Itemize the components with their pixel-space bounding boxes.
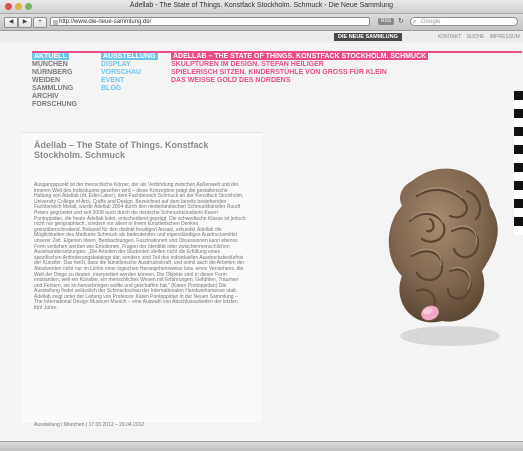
- browser-toolbar: ◀ ▶ + http://www.die-neue-sammlung.de/ R…: [0, 14, 523, 31]
- browser-window: Ädellab - The State of Things. Konstfack…: [0, 0, 523, 451]
- search-field[interactable]: ⌕ Google: [410, 17, 518, 26]
- status-bar: [0, 441, 523, 451]
- checker-pattern: [514, 91, 523, 241]
- forward-button[interactable]: ▶: [18, 17, 32, 28]
- search-icon: ⌕: [413, 19, 417, 25]
- nav-item-exhibition-current[interactable]: ÄDELLAB – THE STATE OF THINGS. KONSTFACK…: [171, 53, 429, 61]
- favicon-icon: [53, 20, 58, 25]
- nav-item-blog[interactable]: BLOG: [101, 85, 158, 93]
- web-page: DIE NEUE SAMMLUNG KONTAKT SUCHE IMPRESSU…: [0, 31, 523, 441]
- jewelry-sculpture-image: [388, 168, 500, 346]
- nav-item-exhibition-skulpturen[interactable]: SKULPTUREN IM DESIGN. STEFAN HEILIGER: [171, 61, 428, 69]
- address-text: http://www.die-neue-sammlung.de/: [59, 19, 152, 25]
- sub-nav: AUSSTELLUNG DISPLAY VORSCHAU EVENT BLOG: [101, 53, 158, 93]
- nav-item-ausstellung[interactable]: AUSSTELLUNG: [101, 53, 158, 61]
- contact-link[interactable]: KONTAKT: [438, 34, 461, 40]
- title-bar: Ädellab - The State of Things. Konstfack…: [0, 0, 523, 14]
- home-link[interactable]: DIE NEUE SAMMLUNG: [334, 33, 402, 41]
- search-placeholder: Google: [421, 19, 441, 25]
- address-bar[interactable]: http://www.die-neue-sammlung.de/: [50, 17, 370, 26]
- nav-item-exhibition-spielerisch[interactable]: SPIELERISCH SITZEN. KINDERSTÜHLE VON GRO…: [171, 69, 428, 77]
- nav-item-weiden[interactable]: WEIDEN: [32, 77, 77, 85]
- rss-button[interactable]: RSS: [378, 18, 394, 25]
- main-nav: AKTUELL MÜNCHEN NÜRNBERG WEIDEN SAMMLUNG…: [32, 53, 77, 109]
- exhibition-nav: ÄDELLAB – THE STATE OF THINGS. KONSTFACK…: [171, 53, 429, 85]
- exhibition-dates: Ausstellung | München | 17.03.2012 – 29.…: [34, 422, 145, 428]
- search-link[interactable]: SUCHE: [467, 34, 485, 40]
- site-top-bar: DIE NEUE SAMMLUNG KONTAKT SUCHE IMPRESSU…: [0, 31, 523, 43]
- nav-item-nuernberg[interactable]: NÜRNBERG: [32, 69, 77, 77]
- nav-item-archiv[interactable]: ARCHIV: [32, 93, 77, 101]
- top-links: KONTAKT SUCHE IMPRESSUM: [438, 34, 523, 40]
- nav-item-exhibition-gold[interactable]: DAS WEISSE GOLD DES NORDENS: [171, 77, 428, 85]
- nav-item-vorschau[interactable]: VORSCHAU: [101, 69, 158, 77]
- nav-item-display[interactable]: DISPLAY: [101, 61, 158, 69]
- nav-item-muenchen[interactable]: MÜNCHEN: [32, 61, 77, 69]
- nav-item-aktuell[interactable]: AKTUELL: [32, 53, 77, 61]
- imprint-link[interactable]: IMPRESSUM: [490, 34, 520, 40]
- back-button[interactable]: ◀: [4, 17, 18, 28]
- add-bookmark-button[interactable]: +: [33, 17, 47, 28]
- window-title: Ädellab - The State of Things. Konstfack…: [129, 2, 394, 9]
- nav-item-forschung[interactable]: FORSCHUNG: [32, 101, 77, 109]
- nav-item-event[interactable]: EVENT: [101, 77, 158, 85]
- nav-item-sammlung[interactable]: SAMMLUNG: [32, 85, 77, 93]
- content-footer-wrap: Ausstellung | München | 17.03.2012 – 29.…: [22, 132, 262, 428]
- reload-button[interactable]: ↻: [398, 17, 404, 25]
